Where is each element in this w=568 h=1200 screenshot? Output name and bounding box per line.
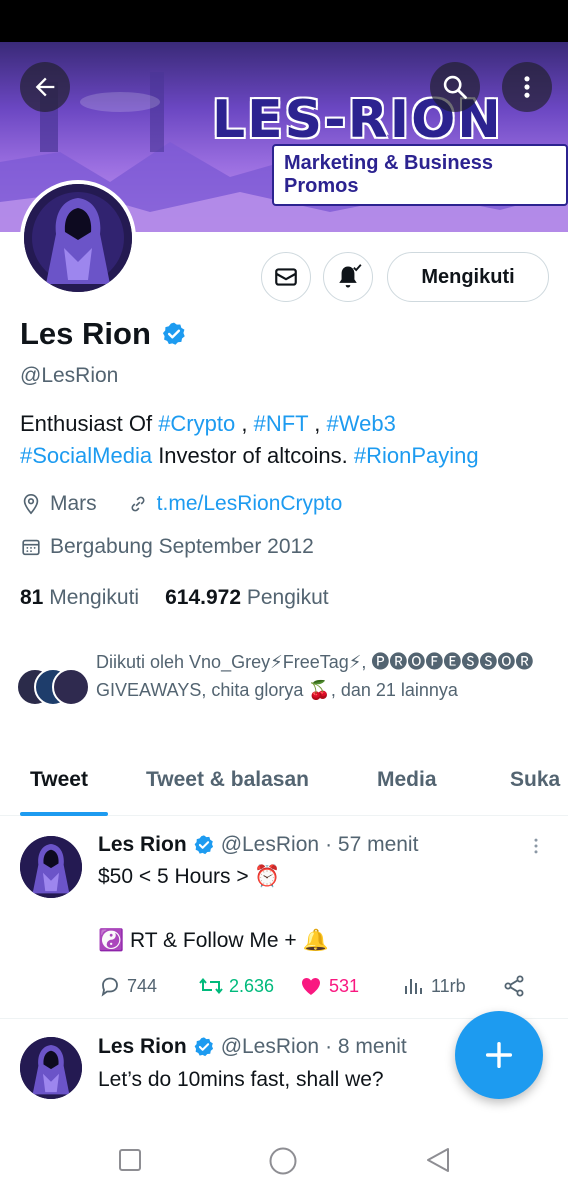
arrow-left-icon [35, 77, 55, 97]
retweet-count: 2.636 [229, 975, 275, 996]
hooded-figure-avatar [24, 184, 132, 292]
tweet-text-line: ☯️ RT & Follow Me + 🔔 [98, 929, 329, 952]
hooded-figure-avatar [20, 1037, 82, 1099]
profile-stats: 81 Mengikuti 614.972 Pengikut [20, 586, 329, 610]
tweet-more-icon[interactable] [526, 836, 546, 856]
location-pin-icon [23, 494, 39, 515]
circle-icon[interactable] [268, 1146, 298, 1176]
tweet-text-line: $50 < 5 Hours > ⏰ [98, 865, 281, 888]
profile-name-row: Les Rion [20, 316, 187, 352]
hashtag-nft[interactable]: #NFT [254, 411, 309, 436]
profile-meta-joined-row: Bergabung September 2012 [20, 535, 314, 559]
tab-media[interactable]: Media [377, 768, 437, 792]
triangle-back-icon[interactable] [424, 1146, 452, 1174]
bell-check-icon [339, 264, 362, 288]
hashtag-rionpaying[interactable]: #RionPaying [354, 443, 479, 468]
hashtag-crypto[interactable]: #Crypto [158, 411, 235, 436]
verified-badge-icon [194, 835, 213, 855]
reply-button[interactable]: 744 [98, 974, 198, 998]
hashtag-web3[interactable]: #Web3 [327, 411, 396, 436]
hashtag-socialmedia[interactable]: #SocialMedia [20, 443, 152, 468]
bio-text: Enthusiast Of [20, 411, 159, 436]
reply-icon [101, 977, 118, 997]
heart-filled-icon [302, 978, 320, 995]
profile-website-link[interactable]: t.me/LesRionCrypto [157, 492, 343, 516]
view-count: 11rb [431, 975, 466, 996]
profile-meta-location-row: Mars t.me/LesRionCrypto [20, 492, 342, 516]
profile-name: Les Rion [20, 316, 151, 351]
tweet-text-line: Let’s do 10mins fast, shall we? [98, 1068, 384, 1091]
profile-location: Mars [50, 492, 97, 515]
followers-label: Pengikut [246, 586, 329, 609]
system-navigation-bar [0, 1120, 568, 1200]
like-count: 531 [329, 975, 360, 996]
profile-bio: Enthusiast Of #Crypto , #NFT , #Web3 #So… [20, 408, 550, 472]
profile-joined-date: Bergabung September 2012 [50, 535, 314, 558]
tweet-timestamp[interactable]: · 8 menit [325, 1035, 407, 1059]
tab-tweet[interactable]: Tweet [30, 768, 88, 792]
more-options-button[interactable] [502, 62, 552, 112]
profile-handle: @LesRion [20, 364, 119, 387]
following-label: Mengikuti [49, 586, 140, 609]
retweet-button[interactable]: 2.636 [198, 974, 298, 998]
profile-avatar[interactable] [20, 180, 136, 296]
followers-stat[interactable]: 614.972 Pengikut [165, 586, 329, 610]
follower-avatar [52, 668, 90, 706]
tweet-avatar[interactable] [20, 836, 82, 898]
search-icon [443, 75, 467, 99]
notifications-button[interactable] [323, 252, 373, 302]
more-vertical-icon [524, 76, 530, 98]
tweet-header: Les Rion @LesRion · 8 menit [98, 1035, 407, 1059]
bio-separator: , [235, 411, 254, 436]
followers-count: 614.972 [165, 586, 242, 609]
followed-by-section[interactable]: Diikuti oleh Vno_Grey⚡FreeTag⚡, 🅟🅡🅞🅕🅔🅢🅢🅞… [16, 648, 556, 730]
tweet-item[interactable]: Les Rion @LesRion · 57 menit $50 < 5 Hou… [0, 816, 568, 1020]
tab-likes[interactable]: Suka [510, 768, 560, 792]
share-icon [504, 975, 524, 997]
tweet-author-handle[interactable]: @LesRion [221, 833, 319, 857]
message-button[interactable] [261, 252, 311, 302]
tweet-actions: 744 2.636 531 11rb [98, 974, 538, 998]
calendar-icon [22, 539, 40, 556]
banner-tagline: Marketing & Business Promos [272, 144, 568, 206]
bio-text: Investor of altcoins. [152, 443, 354, 468]
profile-tabs: Tweet Tweet & balasan Media Suka [0, 752, 568, 816]
following-stat[interactable]: 81 Mengikuti [20, 586, 139, 610]
following-button[interactable]: Mengikuti [387, 252, 549, 302]
status-bar [0, 0, 568, 42]
link-icon [131, 496, 145, 512]
views-button[interactable]: 11rb [402, 974, 502, 998]
back-button[interactable] [20, 62, 70, 112]
tweet-timestamp[interactable]: · 57 menit [325, 833, 418, 857]
compose-tweet-button[interactable] [455, 1011, 543, 1099]
mail-icon [275, 268, 297, 286]
tweet-author-handle[interactable]: @LesRion [221, 1035, 319, 1059]
following-count: 81 [20, 586, 44, 609]
share-button[interactable] [502, 974, 526, 998]
analytics-icon [405, 979, 422, 994]
retweet-icon [199, 977, 223, 995]
bio-separator: , [308, 411, 327, 436]
tweet-author-name[interactable]: Les Rion [98, 833, 187, 857]
square-icon[interactable] [118, 1148, 142, 1172]
like-button[interactable]: 531 [298, 974, 402, 998]
plus-icon [485, 1041, 513, 1069]
hooded-figure-avatar [20, 836, 82, 898]
reply-count: 744 [127, 975, 158, 996]
tab-tweet-replies[interactable]: Tweet & balasan [146, 768, 309, 792]
tweet-author-name[interactable]: Les Rion [98, 1035, 187, 1059]
tweet-header: Les Rion @LesRion · 57 menit [98, 833, 418, 857]
verified-badge-icon [162, 322, 185, 345]
verified-badge-icon [194, 1037, 213, 1057]
followed-by-text: Diikuti oleh Vno_Grey⚡FreeTag⚡, 🅟🅡🅞🅕🅔🅢🅢🅞… [96, 652, 534, 700]
tweet-avatar[interactable] [20, 1037, 82, 1099]
search-button[interactable] [430, 62, 480, 112]
